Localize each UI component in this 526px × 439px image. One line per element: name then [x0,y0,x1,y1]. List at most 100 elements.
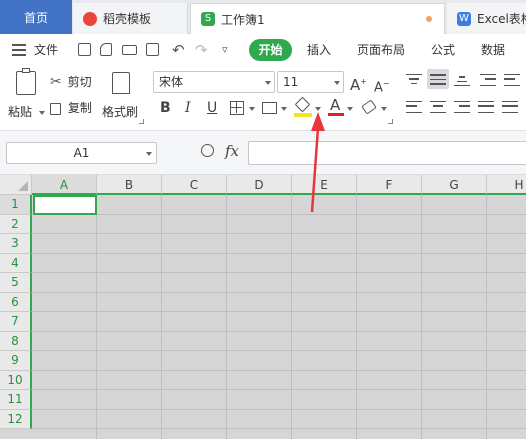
font-expand-icon[interactable] [388,119,393,124]
cut-button[interactable]: ✂ 剪切 [50,73,100,93]
grid-hline [32,408,526,410]
column-header-e[interactable]: E [292,175,357,195]
column-header-b[interactable]: B [97,175,162,195]
clear-dropdown-icon[interactable] [381,107,387,111]
paste-button[interactable]: 粘贴 [6,68,46,125]
paste-dropdown-icon [39,111,45,115]
undo-icon[interactable]: ↶ [172,35,185,65]
menu-data[interactable]: 数据 [481,35,505,65]
grid-vline [486,195,487,439]
align-right-icon[interactable] [454,101,470,113]
paste-icon [16,68,36,95]
row-header-12[interactable]: 12 [0,409,32,429]
menu-page-layout[interactable]: 页面布局 [357,35,405,65]
print-icon[interactable] [122,45,137,55]
grid-hline [32,350,526,351]
align-middle-icon[interactable] [427,69,449,89]
menu-file[interactable]: 文件 [34,35,58,65]
column-header-a[interactable]: A [32,175,97,195]
tab-home[interactable]: 首页 [0,0,72,34]
tab-workbook[interactable]: S 工作簿1 [190,3,445,34]
underline-button[interactable]: U [207,99,217,117]
column-header-d[interactable]: D [227,175,292,195]
column-header-c[interactable]: C [162,175,227,195]
distributed-icon[interactable] [502,101,518,113]
column-header-h[interactable]: H [487,175,526,195]
borders-icon[interactable] [230,101,244,115]
save-icon[interactable] [78,43,91,56]
redo-icon[interactable]: ↷ [195,35,208,65]
copy-icon [50,102,61,115]
row-header-1[interactable]: 1 [0,195,32,215]
font-color-bar [328,113,344,116]
decrease-font-size-icon[interactable]: A− [374,75,390,97]
font-size-select[interactable]: 11 [277,71,344,93]
row-header-7[interactable]: 7 [0,312,32,332]
tab-excel-label: Excel表格 [477,12,526,26]
tab-wps-template-label: 稻壳模板 [103,12,152,26]
row-header-6[interactable]: 6 [0,292,32,312]
menu-insert[interactable]: 插入 [307,35,331,65]
merge-cells-icon[interactable] [262,102,277,114]
row-header-10[interactable]: 10 [0,370,32,390]
align-left-icon[interactable] [406,101,422,113]
row-header-4[interactable]: 4 [0,253,32,273]
zoom-function-icon[interactable] [201,144,214,157]
print-preview-icon[interactable] [146,43,159,56]
grid-hline [32,369,526,371]
column-header-f[interactable]: F [357,175,422,195]
fill-color-bar [294,113,312,117]
scissors-icon: ✂ [50,74,62,90]
paste-label: 粘贴 [8,105,33,119]
justify-icon[interactable] [478,101,494,113]
grid-hline [32,213,526,215]
format-painter-button[interactable]: 格式刷 [102,69,142,125]
ribbon: 粘贴 ✂ 剪切 复制 格式刷 宋体 11 A+ A− B I U A [0,65,526,131]
clipboard-expand-icon[interactable] [139,119,144,124]
merge-dropdown-icon[interactable] [281,107,287,111]
row-header-9[interactable]: 9 [0,351,32,371]
grid-vline [421,195,422,439]
name-box[interactable]: A1 [6,142,157,164]
grid-hline [32,272,526,273]
borders-dropdown-icon[interactable] [249,107,255,111]
align-center-icon[interactable] [430,101,446,113]
grid-vline [291,195,292,439]
row-header-3[interactable]: 3 [0,234,32,254]
font-name-select[interactable]: 宋体 [153,71,275,93]
row-header-11[interactable]: 11 [0,390,32,410]
menu-start[interactable]: 开始 [249,39,292,61]
align-bottom-icon[interactable] [454,74,470,86]
more-dropdown-icon[interactable]: ▿ [222,35,228,65]
formula-input[interactable] [248,141,526,165]
column-header-g[interactable]: G [422,175,487,195]
brush-icon [112,72,130,94]
row-header-5[interactable]: 5 [0,273,32,293]
export-pdf-icon[interactable] [100,43,112,56]
row-header-2[interactable]: 2 [0,214,32,234]
eraser-icon[interactable] [361,99,377,115]
indent-decrease-icon[interactable] [480,74,496,86]
grid-vline [226,195,227,439]
font-name-dropdown-icon [265,81,271,85]
font-size-dropdown-icon [334,81,340,85]
bold-button[interactable]: B [160,99,171,117]
align-top-icon[interactable] [406,74,422,86]
tab-excel[interactable]: W Excel表格 [447,3,526,34]
increase-font-size-icon[interactable]: A+ [350,73,367,94]
menu-formulas[interactable]: 公式 [431,35,455,65]
italic-button[interactable]: I [185,99,191,117]
font-color-glyph: A [330,96,341,114]
grid-hline [32,233,526,234]
grid-vline [356,195,357,439]
copy-button[interactable]: 复制 [50,99,100,119]
font-color-button[interactable]: A [328,96,354,119]
menu-hamburger-icon[interactable] [12,44,26,56]
fill-color-button[interactable] [294,96,321,119]
select-all-corner[interactable] [0,175,32,195]
row-header-8[interactable]: 8 [0,331,32,351]
insert-function-icon[interactable]: fx [225,142,239,160]
active-cell[interactable] [33,195,97,215]
indent-increase-icon[interactable] [504,74,520,86]
tab-wps-template[interactable]: 稻壳模板 [73,3,188,34]
